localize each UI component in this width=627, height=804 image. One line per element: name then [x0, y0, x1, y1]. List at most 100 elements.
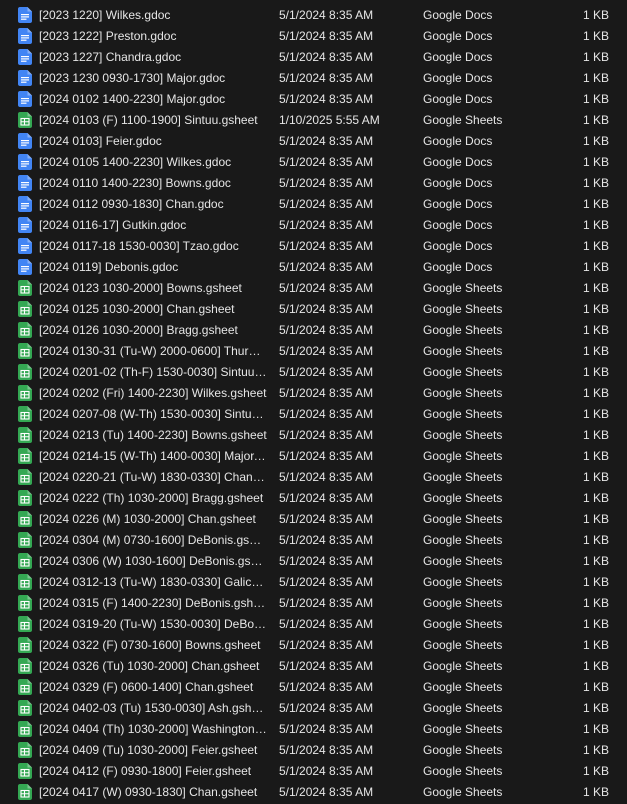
file-type: Google Sheets [423, 470, 503, 484]
file-name: [2024 0402-03 (Tu) 1530-0030] Ash.gsheet [39, 701, 267, 715]
gsheet-icon [18, 112, 32, 128]
file-row[interactable]: [2024 0103] Feier.gdoc 5/1/2024 8:35 AM Go… [0, 131, 627, 152]
file-type: Google Sheets [423, 785, 503, 799]
file-name: [2024 0226 (M) 1030-2000] Chan.gsheet [39, 512, 256, 526]
gdoc-icon [18, 217, 32, 233]
file-name: [2024 0103] Feier.gdoc [39, 134, 162, 148]
file-row[interactable]: [2024 0103 (F) 1100-1900] Sintuu.gsheet 1… [0, 110, 627, 131]
gsheet-icon [18, 595, 32, 611]
file-row[interactable]: [2024 0112 0930-1830] Chan.gdoc 5/1/2024 … [0, 194, 627, 215]
file-row[interactable]: [2024 0201-02 (Th-F) 1530-0030] Sintuu.g… [0, 362, 627, 383]
file-row[interactable]: [2024 0306 (W) 1030-1600] DeBonis.gsheet… [0, 551, 627, 572]
file-size: 1 KB [582, 785, 609, 799]
gdoc-icon [18, 175, 32, 191]
file-row[interactable]: [2024 0102 1400-2230] Major.gdoc 5/1/2024… [0, 89, 627, 110]
file-row[interactable]: [2024 0130-31 (Tu-W) 2000-0600] Thurber.… [0, 341, 627, 362]
file-row[interactable]: [2024 0226 (M) 1030-2000] Chan.gsheet 5/1… [0, 509, 627, 530]
gsheet-icon [18, 406, 32, 422]
file-row[interactable]: [2024 0207-08 (W-Th) 1530-0030] Sintuu..… [0, 404, 627, 425]
file-date-modified: 5/1/2024 8:35 AM [279, 29, 374, 43]
file-name: [2024 0312-13 (Tu-W) 1830-0330] Galich..… [39, 575, 267, 589]
gsheet-icon [18, 763, 32, 779]
file-name: [2024 0102 1400-2230] Major.gdoc [39, 92, 226, 106]
file-type: Google Sheets [423, 680, 503, 694]
file-row[interactable]: [2024 0409 (Tu) 1030-2000] Feier.gsheet 5… [0, 740, 627, 761]
file-name: [2024 0126 1030-2000] Bragg.gsheet [39, 323, 238, 337]
file-type: Google Docs [423, 155, 493, 169]
file-size: 1 KB [582, 134, 609, 148]
file-size: 1 KB [582, 8, 609, 22]
file-size: 1 KB [582, 554, 609, 568]
file-name: [2024 0202 (Fri) 1400-2230] Wilkes.gshee… [39, 386, 267, 400]
gdoc-icon [18, 238, 32, 254]
file-row[interactable]: [2024 0202 (Fri) 1400-2230] Wilkes.gshee… [0, 383, 627, 404]
file-name: [2024 0110 1400-2230] Bowns.gdoc [39, 176, 231, 190]
gsheet-icon [18, 532, 32, 548]
file-date-modified: 5/1/2024 8:35 AM [279, 50, 374, 64]
file-row[interactable]: [2024 0315 (F) 1400-2230] DeBonis.gsheet… [0, 593, 627, 614]
file-size: 1 KB [582, 659, 609, 673]
file-row[interactable]: [2024 0312-13 (Tu-W) 1830-0330] Galich..… [0, 572, 627, 593]
file-type: Google Docs [423, 218, 493, 232]
file-name: [2024 0417 (W) 0930-1830] Chan.gsheet [39, 785, 258, 799]
file-row[interactable]: [2024 0322 (F) 0730-1600] Bowns.gsheet 5/… [0, 635, 627, 656]
file-size: 1 KB [582, 344, 609, 358]
file-name: [2024 0304 (M) 0730-1600] DeBonis.gsheet [39, 533, 267, 547]
file-row[interactable]: [2024 0404 (Th) 1030-2000] Washington.g.… [0, 719, 627, 740]
file-size: 1 KB [582, 575, 609, 589]
file-row[interactable]: [2024 0220-21 (Tu-W) 1830-0330] Chang...… [0, 467, 627, 488]
file-date-modified: 5/1/2024 8:35 AM [279, 449, 374, 463]
file-size: 1 KB [582, 260, 609, 274]
file-date-modified: 5/1/2024 8:35 AM [279, 302, 374, 316]
gsheet-icon [18, 511, 32, 527]
file-type: Google Docs [423, 50, 493, 64]
file-row[interactable]: [2023 1227] Chandra.gdoc 5/1/2024 8:35 AM… [0, 47, 627, 68]
file-type: Google Sheets [423, 575, 503, 589]
file-date-modified: 5/1/2024 8:35 AM [279, 323, 374, 337]
file-date-modified: 5/1/2024 8:35 AM [279, 197, 374, 211]
file-type: Google Sheets [423, 659, 503, 673]
gsheet-icon [18, 301, 32, 317]
file-row[interactable]: [2024 0326 (Tu) 1030-2000] Chan.gsheet 5/… [0, 656, 627, 677]
file-name: [2024 0117-18 1530-0030] Tzao.gdoc [39, 239, 239, 253]
file-row[interactable]: [2024 0412 (F) 0930-1800] Feier.gsheet 5/… [0, 761, 627, 782]
file-size: 1 KB [582, 239, 609, 253]
file-row[interactable]: [2024 0222 (Th) 1030-2000] Bragg.gsheet 5… [0, 488, 627, 509]
file-row[interactable]: [2024 0214-15 (W-Th) 1400-0030] Major.g.… [0, 446, 627, 467]
file-row[interactable]: [2024 0402-03 (Tu) 1530-0030] Ash.gsheet… [0, 698, 627, 719]
gdoc-icon [18, 70, 32, 86]
file-date-modified: 5/1/2024 8:35 AM [279, 638, 374, 652]
file-row[interactable]: [2024 0116-17] Gutkin.gdoc 5/1/2024 8:35 … [0, 215, 627, 236]
file-row[interactable]: [2024 0105 1400-2230] Wilkes.gdoc 5/1/202… [0, 152, 627, 173]
gsheet-icon [18, 343, 32, 359]
file-row[interactable]: [2024 0123 1030-2000] Bowns.gsheet 5/1/20… [0, 278, 627, 299]
file-type: Google Sheets [423, 428, 503, 442]
file-row[interactable]: [2024 0117-18 1530-0030] Tzao.gdoc 5/1/20… [0, 236, 627, 257]
file-name: [2024 0214-15 (W-Th) 1400-0030] Major.g.… [39, 449, 267, 463]
gdoc-icon [18, 133, 32, 149]
file-row[interactable]: [2024 0125 1030-2000] Chan.gsheet 5/1/202… [0, 299, 627, 320]
file-date-modified: 5/1/2024 8:35 AM [279, 554, 374, 568]
file-row[interactable]: [2024 0319-20 (Tu-W) 1530-0030] DeBoni..… [0, 614, 627, 635]
file-row[interactable]: [2024 0110 1400-2230] Bowns.gdoc 5/1/2024… [0, 173, 627, 194]
file-row[interactable]: [2024 0304 (M) 0730-1600] DeBonis.gsheet… [0, 530, 627, 551]
gdoc-icon [18, 91, 32, 107]
file-date-modified: 5/1/2024 8:35 AM [279, 575, 374, 589]
file-row[interactable]: [2024 0119] Debonis.gdoc 5/1/2024 8:35 AM… [0, 257, 627, 278]
file-row[interactable]: [2024 0417 (W) 0930-1830] Chan.gsheet 5/1… [0, 782, 627, 803]
file-size: 1 KB [582, 617, 609, 631]
file-name: [2024 0112 0930-1830] Chan.gdoc [39, 197, 224, 211]
file-row[interactable]: [2023 1230 0930-1730] Major.gdoc 5/1/2024… [0, 68, 627, 89]
file-row[interactable]: [2024 0126 1030-2000] Bragg.gsheet 5/1/20… [0, 320, 627, 341]
file-date-modified: 5/1/2024 8:35 AM [279, 92, 374, 106]
file-row[interactable]: [2024 0213 (Tu) 1400-2230] Bowns.gsheet 5… [0, 425, 627, 446]
file-date-modified: 5/1/2024 8:35 AM [279, 71, 374, 85]
file-row[interactable]: [2023 1222] Preston.gdoc 5/1/2024 8:35 AM… [0, 26, 627, 47]
file-name: [2024 0119] Debonis.gdoc [39, 260, 179, 274]
file-name: [2024 0105 1400-2230] Wilkes.gdoc [39, 155, 232, 169]
file-row[interactable]: [2024 0329 (F) 0600-1400] Chan.gsheet 5/1… [0, 677, 627, 698]
file-name: [2024 0322 (F) 0730-1600] Bowns.gsheet [39, 638, 261, 652]
gdoc-icon [18, 154, 32, 170]
file-name: [2024 0116-17] Gutkin.gdoc [39, 218, 187, 232]
file-row[interactable]: [2023 1220] Wilkes.gdoc 5/1/2024 8:35 AM G… [0, 5, 627, 26]
